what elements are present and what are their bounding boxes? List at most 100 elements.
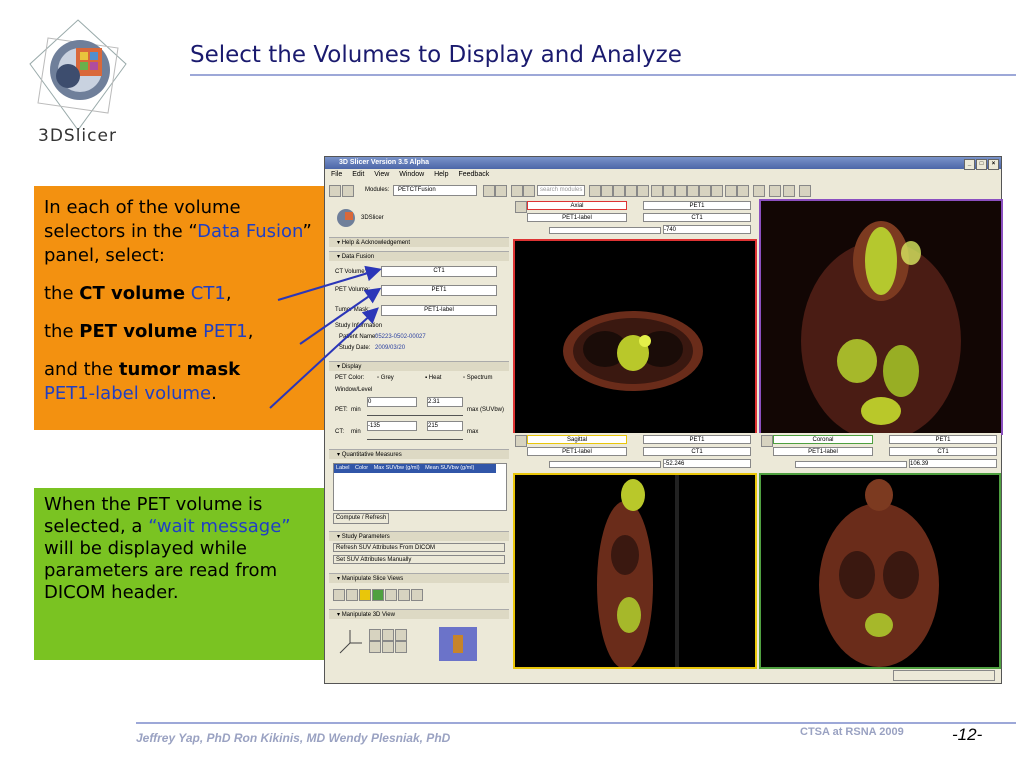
slice-tool-icon-2[interactable] — [346, 589, 358, 601]
coronal-bg-selector[interactable]: CT1 — [889, 447, 997, 456]
coronal-label-selector[interactable]: PET1-label — [773, 447, 873, 456]
menubar: File Edit View Window Help Feedback — [325, 169, 1001, 180]
load-scene-icon[interactable] — [329, 185, 341, 197]
manip-3d-section-header[interactable]: ▾ Manipulate 3D View — [329, 609, 509, 619]
layout-icon-1[interactable] — [651, 185, 663, 197]
menu-feedback[interactable]: Feedback — [458, 171, 489, 178]
coronal-ct-pet-image — [819, 479, 939, 667]
sagittal-pin-icon[interactable] — [515, 435, 527, 447]
slice-tool-icon-1[interactable] — [333, 589, 345, 601]
set-suv-dropdown[interactable]: Set SUV Attributes Manually — [333, 555, 505, 564]
module-selector[interactable]: PETCTFusion — [393, 185, 477, 196]
color-grey-option[interactable]: ▫ Grey — [377, 375, 394, 381]
pick-icon[interactable] — [783, 185, 795, 197]
module-icon-1[interactable] — [589, 185, 601, 197]
coronal-view-name[interactable]: Coronal — [773, 435, 873, 444]
module-icon-3[interactable] — [613, 185, 625, 197]
save-scene-icon[interactable] — [342, 185, 354, 197]
manip-slice-section-header[interactable]: ▾ Manipulate Slice Views — [329, 573, 509, 583]
data-fusion-section-header[interactable]: ▾ Data Fusion — [329, 251, 509, 261]
menu-view[interactable]: View — [374, 171, 389, 178]
view-tool-icon-1[interactable] — [369, 629, 381, 641]
ct-max-field[interactable]: 215 — [427, 421, 463, 431]
menu-window[interactable]: Window — [399, 171, 424, 178]
orientation-axes-icon[interactable] — [335, 627, 365, 659]
axial-view-name[interactable]: Axial — [527, 201, 627, 210]
refresh-suv-dropdown[interactable]: Refresh SUV Attributes From DICOM — [333, 543, 505, 552]
sagittal-label-selector[interactable]: PET1-label — [527, 447, 627, 456]
module-list-icon[interactable] — [511, 185, 523, 197]
display-section-header[interactable]: ▾ Display — [329, 361, 509, 371]
axial-label-selector[interactable]: PET1-label — [527, 213, 627, 222]
slice-tool-icon-4[interactable] — [372, 589, 384, 601]
axial-slice-slider[interactable] — [549, 227, 661, 234]
coronal-fg-selector[interactable]: PET1 — [889, 435, 997, 444]
slice-tool-icon-7[interactable] — [411, 589, 423, 601]
help-section-header[interactable]: ▾ Help & Acknowledgement — [329, 237, 509, 247]
axial-controls: Axial PET1 PET1-label CT1 -740 — [513, 199, 757, 239]
fiducial-icon[interactable] — [769, 185, 781, 197]
module-search-input[interactable]: search modules — [537, 185, 585, 196]
view-tool-icon-5[interactable] — [382, 641, 394, 653]
view-tool-icon-4[interactable] — [369, 641, 381, 653]
undo-icon[interactable] — [725, 185, 737, 197]
search-icon[interactable] — [523, 185, 535, 197]
ct-window-slider[interactable] — [367, 435, 463, 440]
study-params-section-header[interactable]: ▾ Study Parameters — [329, 531, 509, 541]
layout-icon-2[interactable] — [663, 185, 675, 197]
axial-slice-view[interactable] — [513, 239, 757, 435]
layout-icon-3[interactable] — [675, 185, 687, 197]
axial-fg-selector[interactable]: PET1 — [643, 201, 751, 210]
sagittal-view-name[interactable]: Sagittal — [527, 435, 627, 444]
3d-view[interactable] — [759, 199, 1003, 435]
module-icon-5[interactable] — [637, 185, 649, 197]
layout-icon-5[interactable] — [699, 185, 711, 197]
slice-tool-icon-5[interactable] — [385, 589, 397, 601]
quant-section-header[interactable]: ▾ Quantitative Measures — [329, 449, 509, 459]
view-tool-icon-6[interactable] — [395, 641, 407, 653]
color-heat-option[interactable]: ▪ Heat — [425, 375, 441, 381]
coronal-slice-slider[interactable] — [795, 461, 907, 468]
pet-max-field[interactable]: 2.31 — [427, 397, 463, 407]
forward-icon[interactable] — [495, 185, 507, 197]
tumor-mask-selector[interactable]: PET1-label — [381, 305, 497, 316]
menu-file[interactable]: File — [331, 171, 342, 178]
sagittal-slice-slider[interactable] — [549, 461, 661, 468]
slice-tool-icon-6[interactable] — [398, 589, 410, 601]
measures-table[interactable]: Label Color Max SUVbw (g/ml) Mean SUVbw … — [333, 463, 507, 511]
view-tool-icon-3[interactable] — [395, 629, 407, 641]
coronal-slice-view[interactable] — [759, 473, 1001, 669]
3d-view-thumbnail[interactable] — [439, 627, 477, 661]
sagittal-slice-view[interactable] — [513, 473, 757, 669]
coronal-offset[interactable]: 106.39 — [909, 459, 997, 468]
screenshot-icon[interactable] — [753, 185, 765, 197]
menu-help[interactable]: Help — [434, 171, 448, 178]
ct-volume-selector[interactable]: CT1 — [381, 266, 497, 277]
ct-min-field[interactable]: -135 — [367, 421, 417, 431]
axial-bg-selector[interactable]: CT1 — [643, 213, 751, 222]
study-date-value: 2009/03/20 — [375, 345, 406, 351]
axial-pin-icon[interactable] — [515, 201, 527, 213]
sagittal-fg-selector[interactable]: PET1 — [643, 435, 751, 444]
pet-wl-label: PET: — [335, 407, 348, 413]
layout-icon-6[interactable] — [711, 185, 723, 197]
module-icon-4[interactable] — [625, 185, 637, 197]
pet-window-slider[interactable] — [367, 411, 463, 416]
module-icon-2[interactable] — [601, 185, 613, 197]
rotate-icon[interactable] — [799, 185, 811, 197]
pet-min-field[interactable]: 0 — [367, 397, 417, 407]
layout-icon-4[interactable] — [687, 185, 699, 197]
color-spectrum-option[interactable]: ▫ Spectrum — [463, 375, 492, 381]
view-tool-icon-2[interactable] — [382, 629, 394, 641]
back-icon[interactable] — [483, 185, 495, 197]
redo-icon[interactable] — [737, 185, 749, 197]
sagittal-bg-selector[interactable]: CT1 — [643, 447, 751, 456]
pet-volume-selector[interactable]: PET1 — [381, 285, 497, 296]
compute-refresh-button[interactable]: Compute / Refresh — [333, 513, 389, 524]
sagittal-offset[interactable]: -52.246 — [663, 459, 751, 468]
axial-offset[interactable]: -740 — [663, 225, 751, 234]
menu-edit[interactable]: Edit — [352, 171, 364, 178]
slice-tool-icon-3[interactable] — [359, 589, 371, 601]
coronal-pin-icon[interactable] — [761, 435, 773, 447]
col-mean: Mean SUVbw (g/ml) — [425, 465, 475, 471]
